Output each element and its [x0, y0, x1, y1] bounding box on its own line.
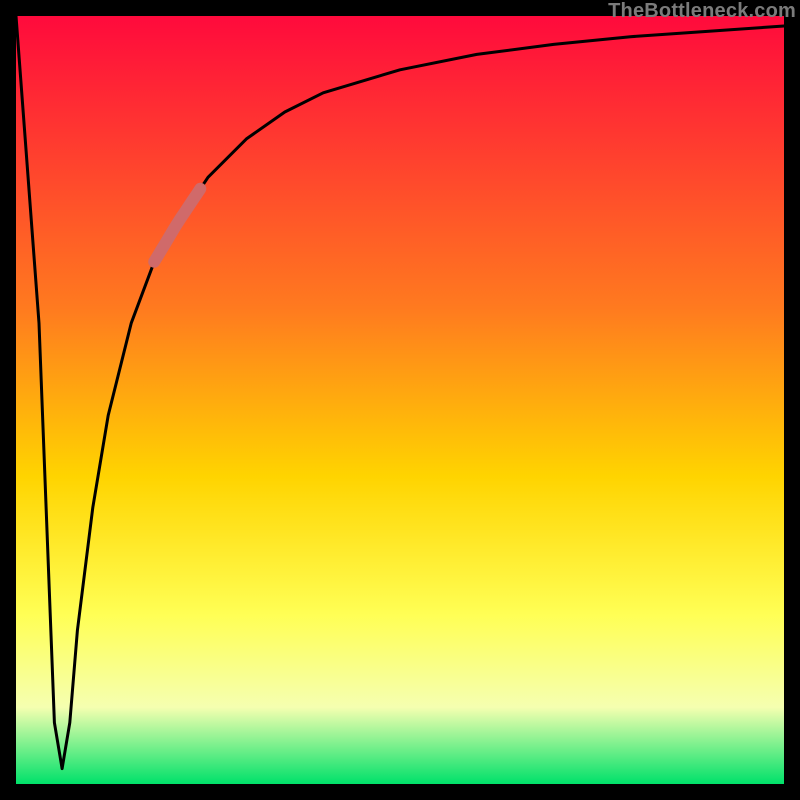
bottleneck-curve: [16, 16, 784, 769]
plot-area: [16, 16, 784, 784]
highlight-segment: [154, 189, 200, 262]
chart-frame: TheBottleneck.com: [0, 0, 800, 800]
watermark-text: TheBottleneck.com: [608, 0, 796, 23]
curve-layer: [16, 16, 784, 784]
